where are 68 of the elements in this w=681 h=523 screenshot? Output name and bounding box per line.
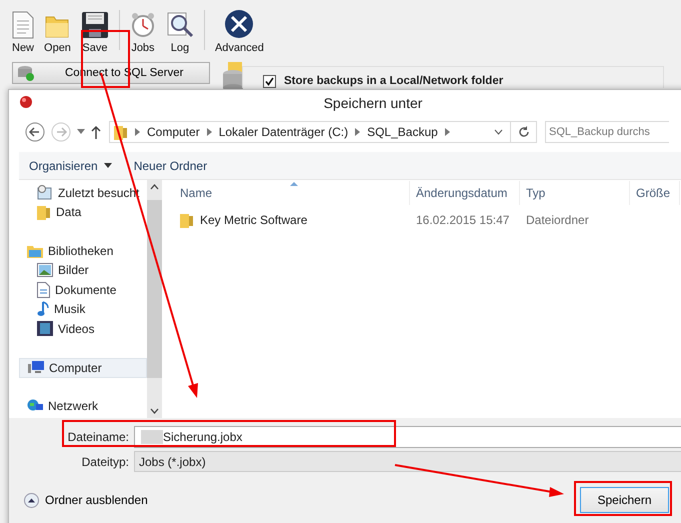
document-icon: [37, 282, 50, 298]
nav-item[interactable]: Computer: [19, 358, 147, 378]
nav-item[interactable]: Dokumente: [19, 280, 147, 300]
filetype-dropdown[interactable]: Jobs (*.jobx): [134, 451, 681, 472]
nav-item[interactable]: Bibliotheken: [19, 241, 147, 260]
caret-icon: [104, 163, 112, 168]
scroll-up-icon: [150, 184, 159, 190]
nav-item[interactable]: Netzwerk: [19, 396, 147, 416]
checkmark-icon: [265, 77, 274, 86]
breadcrumb-item[interactable]: Computer: [147, 125, 200, 139]
library-icon: [27, 244, 43, 258]
folder-icon: [37, 204, 51, 220]
file-name-cell[interactable]: Key Metric Software: [162, 212, 410, 228]
toolbar-button[interactable]: Save: [76, 6, 113, 54]
back-icon[interactable]: [25, 122, 45, 142]
refresh-icon[interactable]: [518, 126, 530, 138]
chevron-icon: [444, 128, 450, 136]
breadcrumb-item[interactable]: SQL_Backup: [367, 125, 438, 139]
recent-places-icon: [37, 184, 53, 201]
app-icon: [19, 94, 33, 108]
nav-item[interactable]: Videos: [19, 319, 147, 338]
database-add-icon: [17, 65, 35, 81]
up-arrow-icon[interactable]: [91, 125, 101, 139]
command-button[interactable]: Neuer Ordner: [130, 156, 212, 174]
dropdown-icon[interactable]: [494, 129, 503, 135]
nav-item[interactable]: Bilder: [19, 260, 147, 280]
dialog-title: Speichern unter: [324, 94, 422, 110]
column-header[interactable]: Typ: [520, 181, 630, 205]
chevron-icon: [135, 128, 140, 136]
scroll-down-icon: [150, 408, 159, 414]
magnifier-icon: [166, 11, 194, 39]
caret-icon[interactable]: [77, 129, 85, 135]
collapse-up-icon: [24, 492, 39, 508]
nav-item[interactable]: Data: [19, 202, 147, 222]
date-cell-text: 16.02.2015 15:47: [415, 213, 510, 227]
redaction-block: [141, 430, 163, 444]
toolbar-button[interactable]: Advanced: [210, 6, 268, 54]
filename-field[interactable]: Sicherung.jobx: [134, 426, 681, 448]
document-icon: [12, 11, 34, 39]
toolbar-button[interactable]: New: [8, 6, 38, 54]
music-note-icon: [37, 301, 49, 318]
address-bar[interactable]: Computer Lokaler Datenträger (C:) SQL_Backup: [109, 121, 537, 143]
scrollbar[interactable]: [147, 180, 162, 418]
column-header[interactable]: Änderungsdatum: [410, 181, 520, 205]
folder-icon: [180, 212, 194, 228]
field-label: Dateiname:: [66, 430, 129, 444]
tools-icon: [224, 9, 254, 39]
checkbox[interactable]: [263, 75, 276, 88]
submit-button[interactable]: Speichern: [580, 487, 669, 513]
search-field[interactable]: SQL_Backup durchs: [545, 121, 669, 143]
hide-folders-button[interactable]: Ordner ausblenden: [24, 492, 148, 508]
chevron-icon: [355, 128, 360, 136]
column-header[interactable]: Größe: [630, 181, 680, 205]
alarm-clock-icon: [130, 11, 156, 39]
toolbar-button[interactable]: Log: [162, 6, 198, 54]
picture-icon: [37, 263, 53, 278]
checkbox-label: Store backups in a Local/Network folder: [284, 75, 504, 88]
toolbar-button[interactable]: Jobs: [126, 6, 160, 54]
network-icon: [27, 399, 43, 414]
breadcrumb-item[interactable]: Lokaler Datenträger (C:): [218, 125, 348, 139]
command-button[interactable]: Organisieren: [25, 156, 116, 174]
field-label: Dateityp:: [80, 454, 129, 468]
folder-icon: [114, 124, 128, 140]
chevron-icon: [206, 128, 212, 136]
computer-icon: [28, 360, 44, 374]
type-cell-text: Dateiordner: [525, 213, 590, 227]
toolbar-button[interactable]: Open: [40, 6, 75, 54]
nav-item[interactable]: Musik: [19, 300, 147, 319]
